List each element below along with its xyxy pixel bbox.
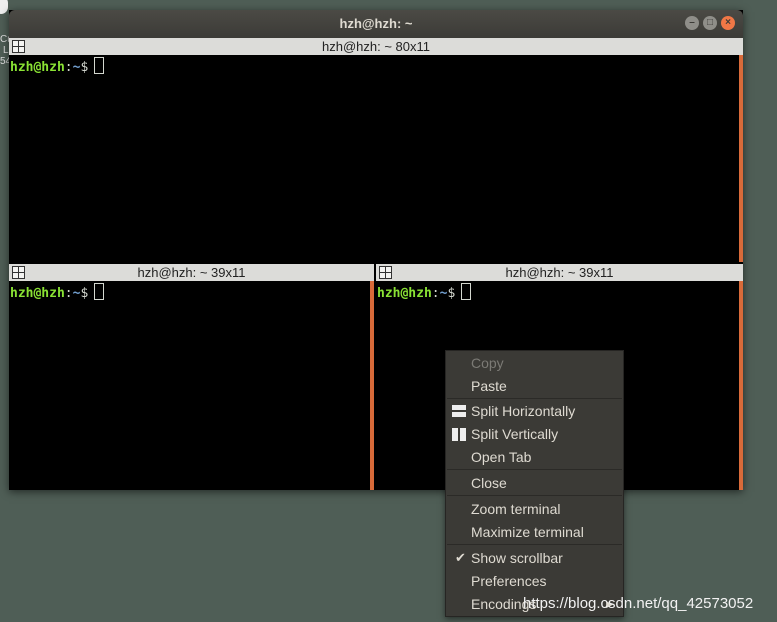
watermark-text: https://blog.csdn.net/qq_42573052: [523, 595, 754, 612]
menu-separator: [447, 398, 622, 399]
menu-item-paste[interactable]: Paste: [446, 375, 623, 397]
menu-separator: [447, 544, 622, 545]
terminal-pane-bottom-left[interactable]: hzh@hzh: ~ 39x11 hzh@hzh:~$: [9, 264, 374, 490]
maximize-button[interactable]: □: [703, 16, 717, 30]
pane-header[interactable]: hzh@hzh: ~ 39x11: [9, 264, 374, 281]
group-menu-icon[interactable]: [379, 266, 392, 279]
group-menu-icon[interactable]: [12, 266, 25, 279]
shell-prompt: hzh@hzh:~$: [10, 57, 105, 76]
text-cursor: [94, 283, 105, 300]
window-controls: – □ ×: [685, 16, 735, 30]
menu-item-split-horizontally[interactable]: Split Horizontally: [446, 400, 623, 422]
split-vertical-icon: [452, 428, 466, 441]
window-title: hzh@hzh: ~: [339, 16, 413, 31]
pane-title: hzh@hzh: ~ 39x11: [505, 265, 614, 280]
pane-title: hzh@hzh: ~ 80x11: [322, 39, 430, 54]
checkmark-icon: ✔: [455, 550, 466, 565]
scrollbar[interactable]: [739, 281, 743, 490]
menu-item-preferences[interactable]: Preferences: [446, 570, 623, 592]
scrollbar[interactable]: [370, 281, 374, 490]
menu-item-open-tab[interactable]: Open Tab: [446, 446, 623, 468]
menu-item-maximize-terminal[interactable]: Maximize terminal: [446, 521, 623, 543]
menu-item-show-scrollbar[interactable]: ✔ Show scrollbar: [446, 547, 623, 569]
pane-header[interactable]: hzh@hzh: ~ 80x11: [9, 38, 743, 55]
terminator-window: hzh@hzh: ~ – □ × hzh@hzh: ~ 80x11 hzh@hz…: [9, 10, 743, 490]
menu-item-close[interactable]: Close: [446, 472, 623, 494]
menu-separator: [447, 495, 622, 496]
close-button[interactable]: ×: [721, 16, 735, 30]
pane-header[interactable]: hzh@hzh: ~ 39x11: [376, 264, 743, 281]
context-menu: Copy Paste Split Horizontally Split Vert…: [445, 350, 624, 617]
group-menu-icon[interactable]: [12, 40, 25, 53]
desktop-icon[interactable]: [0, 0, 8, 14]
text-cursor: [94, 57, 105, 74]
terminal-pane-top[interactable]: hzh@hzh: ~ 80x11 hzh@hzh:~$: [9, 38, 743, 262]
shell-prompt: hzh@hzh:~$: [10, 283, 105, 302]
menu-item-copy[interactable]: Copy: [446, 352, 623, 374]
split-horizontal-icon: [452, 405, 466, 417]
minimize-button[interactable]: –: [685, 16, 699, 30]
menu-separator: [447, 469, 622, 470]
text-cursor: [461, 283, 472, 300]
shell-prompt: hzh@hzh:~$: [377, 283, 472, 302]
scrollbar[interactable]: [739, 55, 743, 262]
pane-title: hzh@hzh: ~ 39x11: [137, 265, 246, 280]
desktop-icon-label-line-2: L: [3, 45, 9, 56]
menu-item-split-vertically[interactable]: Split Vertically: [446, 423, 623, 445]
window-titlebar[interactable]: hzh@hzh: ~ – □ ×: [9, 10, 743, 38]
menu-item-zoom-terminal[interactable]: Zoom terminal: [446, 498, 623, 520]
